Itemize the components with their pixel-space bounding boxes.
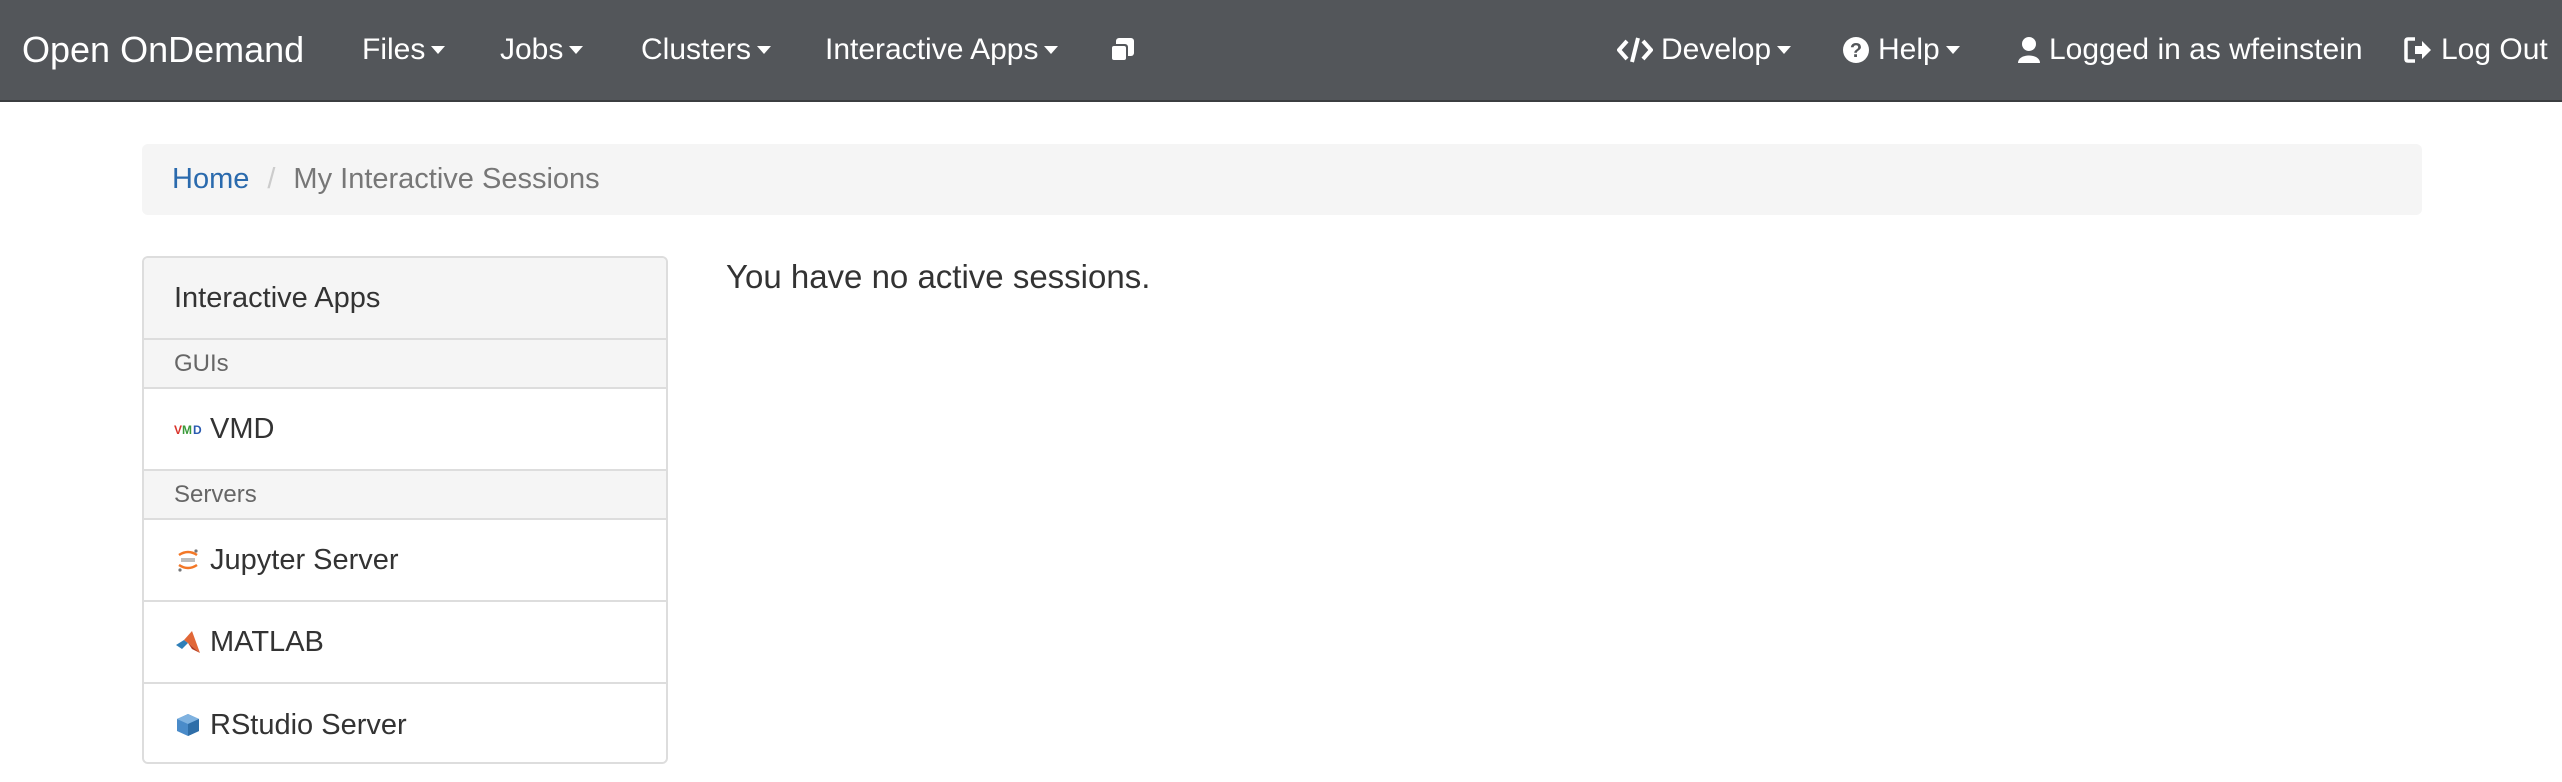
logout-label: Log Out bbox=[2441, 33, 2548, 66]
develop-menu-label: Develop bbox=[1661, 33, 1772, 66]
logged-in-label: Logged in as wfeinstein bbox=[2049, 33, 2363, 66]
svg-text:D: D bbox=[193, 423, 202, 436]
sign-out-icon bbox=[2403, 36, 2433, 64]
svg-text:M: M bbox=[182, 423, 192, 436]
app-item-jupyter[interactable]: Jupyter Server bbox=[144, 520, 666, 602]
caret-down-icon bbox=[1044, 46, 1059, 54]
app-item-rstudio[interactable]: RStudio Server bbox=[144, 684, 666, 762]
matlab-icon bbox=[174, 628, 202, 656]
no-sessions-message: You have no active sessions. bbox=[726, 258, 1151, 295]
top-navbar: Open OnDemand Files Jobs Clusters Intera… bbox=[0, 0, 2562, 102]
files-menu-label: Files bbox=[362, 33, 426, 66]
vmd-icon: V M D bbox=[174, 415, 202, 443]
caret-down-icon bbox=[431, 46, 446, 54]
help-menu-label: Help bbox=[1878, 33, 1940, 66]
breadcrumb: Home / My Interactive Sessions bbox=[142, 144, 2422, 215]
interactive-apps-panel: Interactive Apps GUIs V M D VMD Servers … bbox=[142, 256, 668, 764]
caret-down-icon bbox=[569, 46, 584, 54]
clusters-menu-label: Clusters bbox=[641, 33, 752, 66]
panel-title: Interactive Apps bbox=[144, 258, 666, 340]
caret-down-icon bbox=[1777, 46, 1792, 54]
app-item-matlab[interactable]: MATLAB bbox=[144, 602, 666, 684]
logout-link[interactable]: Log Out bbox=[2403, 0, 2548, 100]
develop-menu[interactable]: Develop bbox=[1617, 0, 1792, 100]
my-sessions-link[interactable] bbox=[1107, 0, 1145, 100]
svg-text:V: V bbox=[174, 423, 182, 436]
jupyter-icon bbox=[174, 546, 202, 574]
svg-text:?: ? bbox=[1850, 40, 1862, 62]
clone-icon bbox=[1107, 35, 1137, 65]
clusters-menu[interactable]: Clusters bbox=[641, 0, 772, 100]
interactive-apps-menu-label: Interactive Apps bbox=[825, 33, 1039, 66]
brand-link[interactable]: Open OnDemand bbox=[22, 0, 304, 100]
app-label: VMD bbox=[210, 412, 275, 445]
jobs-menu-label: Jobs bbox=[500, 33, 564, 66]
interactive-apps-menu[interactable]: Interactive Apps bbox=[825, 0, 1059, 100]
caret-down-icon bbox=[1945, 46, 1960, 54]
breadcrumb-home-link[interactable]: Home bbox=[172, 163, 249, 196]
breadcrumb-separator: / bbox=[267, 163, 276, 195]
question-circle-icon: ? bbox=[1842, 36, 1870, 64]
user-info: Logged in as wfeinstein bbox=[2017, 0, 2363, 100]
group-header-servers: Servers bbox=[144, 471, 666, 520]
user-icon bbox=[2017, 36, 2041, 64]
group-header-guis: GUIs bbox=[144, 340, 666, 389]
files-menu[interactable]: Files bbox=[362, 0, 446, 100]
rstudio-icon bbox=[174, 711, 202, 739]
help-menu[interactable]: ? Help bbox=[1842, 0, 1960, 100]
breadcrumb-current: My Interactive Sessions bbox=[293, 163, 600, 195]
jobs-menu[interactable]: Jobs bbox=[500, 0, 584, 100]
app-label: Jupyter Server bbox=[210, 543, 399, 576]
app-label: MATLAB bbox=[210, 625, 324, 658]
app-label: RStudio Server bbox=[210, 708, 407, 741]
app-item-vmd[interactable]: V M D VMD bbox=[144, 389, 666, 471]
caret-down-icon bbox=[757, 46, 772, 54]
code-icon bbox=[1617, 36, 1653, 64]
